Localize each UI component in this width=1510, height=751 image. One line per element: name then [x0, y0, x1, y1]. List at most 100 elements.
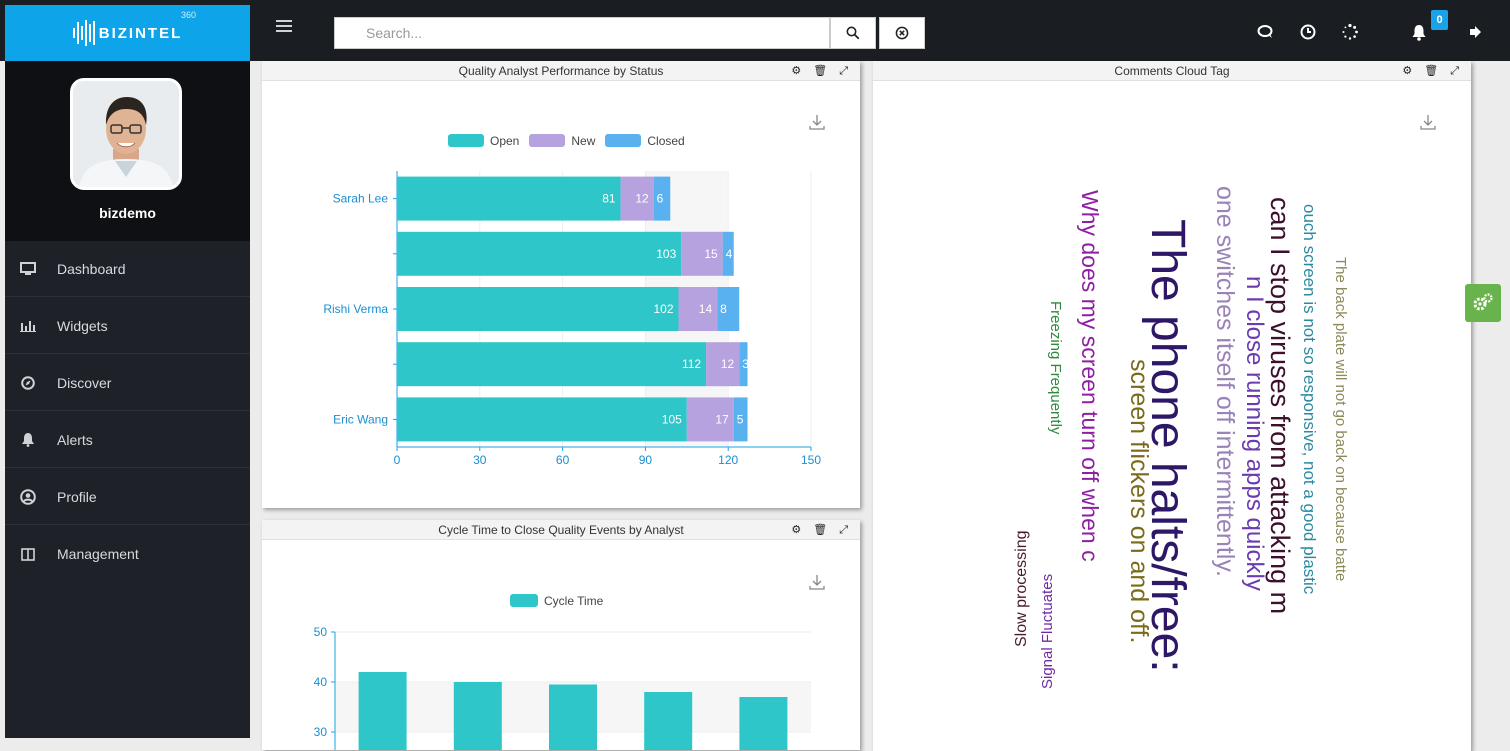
cloud-word[interactable]: screen flickers on and off. [1125, 359, 1153, 643]
status-bar-chart: Sarah Lee 81 12 6103 15 4Rishi Verma 102 14 8112… [323, 171, 821, 467]
data-label: 15 [704, 247, 718, 261]
search-button[interactable] [830, 17, 876, 49]
bar-segment [397, 397, 687, 442]
y-tick-label: 40 [314, 675, 328, 689]
expand-icon[interactable]: ⤢ [1450, 61, 1459, 81]
top-bar: BIZINTEL 360 0 [0, 0, 1510, 61]
sidebar-item-label: Dashboard [57, 260, 126, 277]
panel-tools: ⚙ 🗑 ⤢ [1402, 61, 1459, 81]
search-input[interactable] [335, 18, 829, 48]
trash-icon[interactable]: 🗑 [1424, 61, 1438, 81]
x-tick-label: 60 [556, 453, 570, 467]
sidebar-item-label: Management [57, 546, 139, 562]
sidebar-item-management[interactable]: Management [5, 526, 250, 582]
bell-icon[interactable] [1409, 22, 1429, 42]
x-tick-label: 30 [473, 453, 487, 467]
search-box [334, 17, 830, 49]
bar [358, 672, 407, 750]
bar-segment [397, 231, 682, 276]
y-tick-label: Sarah Lee [333, 192, 389, 206]
bar-chart-icon [19, 318, 37, 334]
username: bizdemo [99, 205, 156, 221]
download-icon[interactable] [1419, 113, 1437, 131]
logout-icon[interactable] [1466, 22, 1486, 42]
data-label: 112 [682, 357, 701, 371]
spinner-icon[interactable] [1340, 22, 1360, 42]
sidebar-item-discover[interactable]: Discover [5, 355, 250, 411]
y-tick-label: 30 [314, 725, 328, 739]
compass-icon [19, 375, 37, 391]
bar [549, 684, 597, 750]
panel-header: Comments Cloud Tag ⚙ 🗑 ⤢ [873, 61, 1471, 81]
comments-cloud-panel: Comments Cloud Tag ⚙ 🗑 ⤢ Why does my scr… [873, 61, 1471, 751]
columns-icon [19, 546, 37, 562]
sidebar-item-label: Widgets [57, 317, 108, 334]
bar [453, 682, 502, 750]
cloud-word[interactable]: ouch screen is not so responsive, not a … [1300, 204, 1319, 594]
data-label: 105 [662, 412, 682, 426]
x-tick-label: 0 [394, 453, 401, 467]
cycle-time-panel: Cycle Time to Close Quality Events by An… [262, 520, 860, 750]
cycle-time-bar-chart: 50 40 30 [314, 625, 811, 750]
y-tick-label: Rishi Verma [323, 302, 388, 316]
data-label: 102 [653, 302, 673, 316]
settings-gears-button[interactable] [1465, 284, 1501, 322]
data-label: 3 [742, 357, 749, 371]
search-icon [846, 26, 860, 40]
notification-badge: 0 [1431, 10, 1448, 30]
cloud-word[interactable]: can I stop viruses from attacking m [1265, 197, 1295, 614]
cloud-word[interactable]: Signal Fluctuates [1039, 574, 1056, 689]
cloud-word[interactable]: Freezing Frequently [1047, 301, 1064, 434]
sidebar-item-label: Profile [57, 488, 97, 505]
data-label: 14 [699, 302, 713, 316]
sidebar-item-alerts[interactable]: Alerts [5, 412, 250, 468]
bar-segment [397, 342, 707, 387]
clock-icon[interactable] [1298, 22, 1318, 42]
cloud-word[interactable]: n I close running apps quickly [1241, 276, 1268, 591]
cloud-word[interactable]: The back plate will not go back on becau… [1332, 257, 1349, 581]
gears-icon [1473, 293, 1493, 311]
cloud-word[interactable]: Slow processing [1013, 531, 1030, 648]
bar-segment [397, 176, 621, 221]
y-tick-label: Eric Wang [333, 412, 388, 426]
sidebar-item-dashboard[interactable]: Dashboard [5, 241, 250, 297]
data-label: 5 [737, 412, 744, 426]
chat-icon[interactable] [1256, 22, 1276, 42]
monitor-icon [19, 261, 37, 277]
data-label: 4 [726, 247, 733, 261]
sidebar-item-profile[interactable]: Profile [5, 469, 250, 525]
sidebar-item-label: Alerts [57, 431, 93, 448]
x-tick-label: 90 [639, 453, 653, 467]
data-label: 8 [720, 302, 727, 316]
bar [644, 692, 693, 750]
bell-icon [19, 432, 37, 448]
cloud-word[interactable]: one switches itself off intermittently. [1211, 186, 1239, 577]
quality-performance-panel: Quality Analyst Performance by Status ⚙ … [262, 61, 860, 508]
menu-toggle-icon[interactable] [276, 20, 292, 34]
panel-title: Comments Cloud Tag [1114, 64, 1230, 78]
data-label: 17 [715, 412, 729, 426]
logo-mark-icon [72, 20, 95, 46]
cloud-word[interactable]: Why does my screen turn off when c [1077, 190, 1103, 562]
profile-card: bizdemo [5, 61, 250, 241]
avatar[interactable] [70, 78, 182, 190]
data-label: 12 [635, 192, 649, 206]
bar [739, 697, 788, 750]
user-circle-icon [19, 488, 37, 505]
x-tick-label: 150 [801, 453, 821, 467]
clear-icon [895, 26, 909, 40]
sidebar-item-widgets[interactable]: Widgets [5, 298, 250, 354]
clear-search-button[interactable] [879, 17, 925, 49]
data-label: 12 [721, 357, 735, 371]
x-tick-label: 120 [718, 453, 738, 467]
data-label: 81 [602, 192, 616, 206]
data-label: 6 [657, 192, 664, 206]
settings-icon[interactable]: ⚙ [1402, 61, 1412, 81]
data-label: 103 [656, 247, 676, 261]
brand-logo[interactable]: BIZINTEL 360 [5, 5, 250, 61]
brand-name: BIZINTEL [98, 24, 183, 42]
y-tick-label: 50 [314, 625, 328, 639]
sidebar-item-label: Discover [57, 374, 112, 391]
bar-segment [397, 287, 679, 331]
sidebar: bizdemo Dashboard Widgets Discover Alert… [5, 61, 250, 738]
